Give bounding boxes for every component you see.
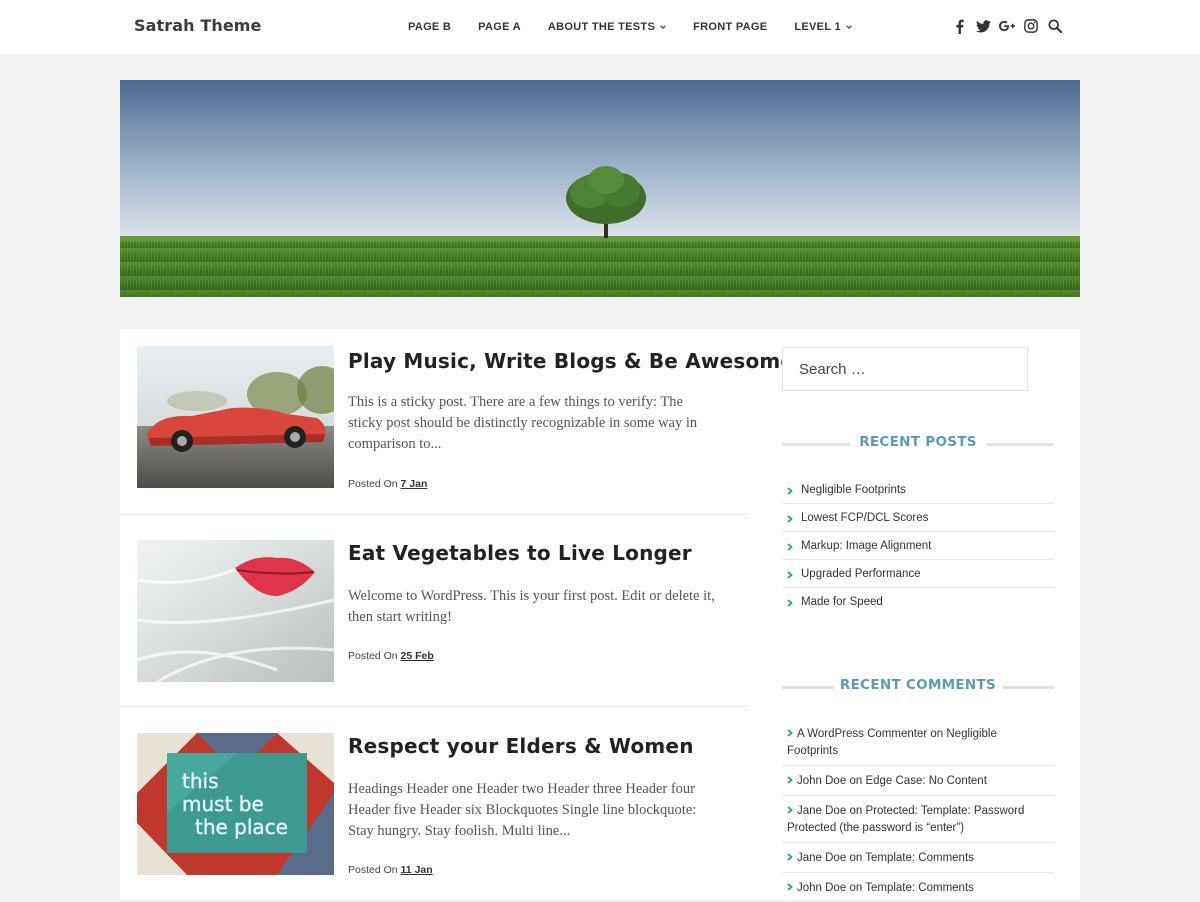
recent-comments-list: A WordPress Commenter on Negligible Foot… xyxy=(782,719,1054,902)
comment-on-text: on xyxy=(849,805,863,817)
nav-item-front-page[interactable]: FRONT PAGE xyxy=(693,21,767,33)
post-thumbnail[interactable]: this must be the place xyxy=(137,733,334,875)
site-header: Satrah Theme PAGE B PAGE A ABOUT THE TES… xyxy=(0,0,1200,54)
meta-prefix: Posted On xyxy=(348,478,398,490)
svg-text:this: this xyxy=(182,769,219,793)
content-area: Play Music, Write Blogs & Be Awesome Thi… xyxy=(120,329,1080,900)
main-nav: PAGE B PAGE A ABOUT THE TESTS FRONT PAGE… xyxy=(408,0,879,54)
nav-item-page-a[interactable]: PAGE A xyxy=(478,21,521,33)
red-car-image xyxy=(137,346,334,488)
post-thumbnail[interactable] xyxy=(137,346,334,488)
post-card: Play Music, Write Blogs & Be Awesome Thi… xyxy=(120,329,794,515)
meta-prefix: Posted On xyxy=(348,864,398,876)
chevron-right-icon xyxy=(787,776,793,784)
recent-comment-item: John Doe on Template: Comments xyxy=(782,873,1054,902)
comment-post-link[interactable]: Template: Comments xyxy=(865,852,974,864)
post-title[interactable]: Respect your Elders & Women xyxy=(348,734,694,758)
hero-image xyxy=(120,80,1080,297)
google-plus-icon[interactable] xyxy=(999,18,1015,34)
recent-post-label: Negligible Footprints xyxy=(801,484,906,496)
nav-label: FRONT PAGE xyxy=(693,21,768,33)
post-meta: Posted On 11 Jan xyxy=(348,864,433,876)
nav-label: LEVEL 1 xyxy=(794,21,841,33)
twitter-icon[interactable] xyxy=(975,18,991,34)
widget-title-text: RECENT COMMENTS xyxy=(839,677,997,693)
neon-sign-image: this must be the place xyxy=(137,733,334,875)
recent-post-item[interactable]: Upgraded Performance xyxy=(782,560,1054,588)
recent-comment-item: John Doe on Edge Case: No Content xyxy=(782,766,1054,796)
post-excerpt: Welcome to WordPress. This is your first… xyxy=(348,588,715,625)
comment-author-link[interactable]: John Doe xyxy=(797,775,846,787)
post-card: this must be the place Respect your Elde… xyxy=(120,707,747,900)
nav-label: ABOUT THE TESTS xyxy=(547,21,656,33)
social-links xyxy=(951,18,1071,34)
post-meta: Posted On 25 Feb xyxy=(348,650,434,662)
comment-author-link[interactable]: Jane Doe xyxy=(797,805,846,817)
recent-post-item[interactable]: Negligible Footprints xyxy=(782,476,1054,504)
nav-label: PAGE B xyxy=(408,21,452,33)
recent-post-label: Made for Speed xyxy=(801,596,883,608)
chevron-right-icon xyxy=(787,883,793,891)
recent-post-label: Lowest FCP/DCL Scores xyxy=(801,512,929,524)
recent-comment-item: A WordPress Commenter on Negligible Foot… xyxy=(782,719,1054,766)
chevron-right-icon xyxy=(787,806,793,814)
post-date-link[interactable]: 7 Jan xyxy=(401,478,428,490)
post-title[interactable]: Play Music, Write Blogs & Be Awesome xyxy=(348,349,794,373)
post-card: Eat Vegetables to Live Longer Welcome to… xyxy=(120,515,747,707)
post-title[interactable]: Eat Vegetables to Live Longer xyxy=(348,541,692,565)
post-excerpt: This is a sticky post. There are a few t… xyxy=(348,394,698,452)
nav-label: PAGE A xyxy=(478,21,521,33)
recent-comment-item: Jane Doe on Template: Comments xyxy=(782,843,1054,873)
recent-post-item[interactable]: Markup: Image Alignment xyxy=(782,532,1054,560)
chevron-right-icon xyxy=(787,853,793,861)
recent-posts-list: Negligible Footprints Lowest FCP/DCL Sco… xyxy=(782,476,1054,616)
chevron-down-icon xyxy=(660,25,666,29)
chevron-down-icon xyxy=(846,25,852,29)
recent-post-label: Markup: Image Alignment xyxy=(801,540,932,552)
search-input[interactable] xyxy=(797,348,1021,390)
meta-prefix: Posted On xyxy=(348,650,398,662)
chevron-right-icon xyxy=(787,487,793,495)
comment-post-link[interactable]: Template: Comments xyxy=(865,882,974,894)
nav-item-page-b[interactable]: PAGE B xyxy=(408,21,451,33)
svg-text:must be: must be xyxy=(182,792,264,816)
comment-on-text: on xyxy=(849,775,863,787)
nav-item-about-the-tests[interactable]: ABOUT THE TESTS xyxy=(548,21,666,33)
lone-tree-field-image xyxy=(120,80,1080,297)
chevron-right-icon xyxy=(787,599,793,607)
site-title[interactable]: Satrah Theme xyxy=(134,16,262,35)
nav-item-level-1[interactable]: LEVEL 1 xyxy=(794,21,852,33)
post-thumbnail[interactable] xyxy=(137,540,334,682)
recent-comments-heading: RECENT COMMENTS xyxy=(782,677,1054,697)
comment-author-link[interactable]: John Doe xyxy=(797,882,846,894)
post-meta: Posted On 7 Jan xyxy=(348,478,427,490)
chevron-right-icon xyxy=(787,571,793,579)
recent-comment-item: Jane Doe on Protected: Template: Passwor… xyxy=(782,796,1054,843)
recent-posts-heading: RECENT POSTS xyxy=(782,434,1054,454)
svg-text:the place: the place xyxy=(195,815,288,839)
comment-author-link[interactable]: A WordPress Commenter xyxy=(797,728,927,740)
instagram-icon[interactable] xyxy=(1023,18,1039,34)
search-icon[interactable] xyxy=(1047,18,1063,34)
chevron-right-icon xyxy=(787,515,793,523)
post-excerpt: Headings Header one Header two Header th… xyxy=(348,781,697,839)
widget-title-text: RECENT POSTS xyxy=(859,434,977,450)
recent-post-item[interactable]: Made for Speed xyxy=(782,588,1054,616)
post-date-link[interactable]: 25 Feb xyxy=(401,650,434,662)
chevron-right-icon xyxy=(787,729,793,737)
comment-on-text: on xyxy=(930,728,944,740)
red-lips-image xyxy=(137,540,334,682)
recent-post-item[interactable]: Lowest FCP/DCL Scores xyxy=(782,504,1054,532)
chevron-right-icon xyxy=(787,543,793,551)
comment-on-text: on xyxy=(849,882,863,894)
comment-on-text: on xyxy=(849,852,863,864)
post-date-link[interactable]: 11 Jan xyxy=(401,864,433,876)
comment-author-link[interactable]: Jane Doe xyxy=(797,852,846,864)
sidebar-search xyxy=(782,347,1028,391)
recent-post-label: Upgraded Performance xyxy=(801,568,921,580)
comment-post-link[interactable]: Edge Case: No Content xyxy=(865,775,986,787)
facebook-icon[interactable] xyxy=(951,18,967,34)
